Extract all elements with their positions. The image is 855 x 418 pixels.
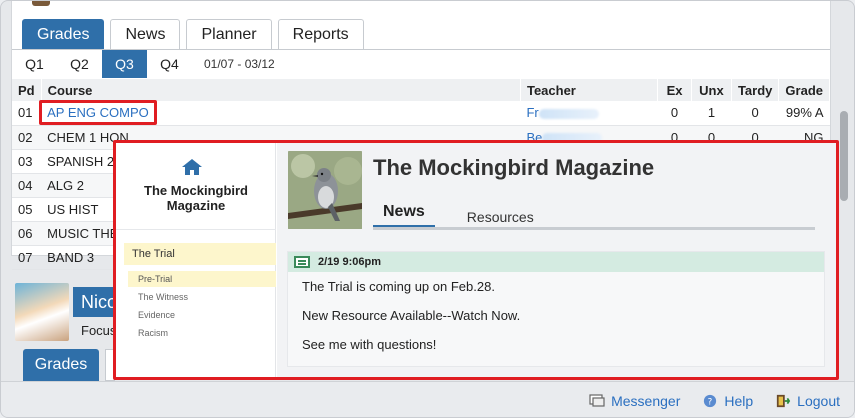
post-date: 2/19 9:06pm: [318, 256, 381, 268]
post-line: See me with questions!: [302, 337, 437, 352]
redacted-name: [538, 108, 599, 119]
app-window: Grades News Planner Reports Q1 Q2 Q3 Q4 …: [0, 0, 855, 418]
magazine-nav: News Resources: [373, 203, 544, 229]
quarter-date-range: 01/07 - 03/12: [204, 57, 275, 71]
sidebar-item-evidence[interactable]: Evidence: [128, 307, 276, 323]
cell-grade[interactable]: 99% A: [778, 101, 830, 126]
post-line: New Resource Available--Watch Now.: [302, 308, 521, 323]
col-course: Course: [41, 79, 521, 101]
scrollbar-thumb[interactable]: [840, 111, 848, 201]
post-line: The Trial is coming up on Feb.28.: [302, 279, 495, 294]
footer-bar: Messenger ? Help Logout: [1, 381, 854, 417]
help-label: Help: [724, 392, 754, 409]
tab-grades-lower[interactable]: Grades: [23, 349, 99, 381]
nav-news[interactable]: News: [373, 203, 435, 229]
school-logo: [32, 1, 50, 6]
cell-pd: 03: [12, 149, 42, 174]
tab-planner[interactable]: Planner: [186, 19, 272, 49]
student-photo: [15, 283, 69, 341]
cell-teacher: Fr: [520, 101, 658, 126]
home-icon[interactable]: [180, 157, 204, 177]
col-pd: Pd: [12, 79, 42, 101]
sidebar-magazine-title: The Mockingbird Magazine: [144, 183, 248, 213]
student-focus-label: Focus: [81, 323, 117, 338]
cell-ex[interactable]: 0: [657, 101, 692, 126]
table-header-row: Pd Course Teacher Ex Unx Tardy Grade: [12, 79, 830, 101]
messenger-label: Messenger: [611, 392, 681, 409]
quarter-q4[interactable]: Q4: [147, 50, 192, 78]
cell-tardy[interactable]: 0: [731, 101, 779, 126]
cell-pd: 04: [12, 173, 42, 198]
cell-unx[interactable]: 1: [691, 101, 732, 126]
logout-label: Logout: [797, 392, 840, 409]
newspaper-icon: [294, 256, 310, 268]
quarter-selector: Q1 Q2 Q3 Q4 01/07 - 03/12: [12, 50, 275, 78]
quarter-q3[interactable]: Q3: [102, 50, 147, 78]
magazine-main: The Mockingbird Magazine News Resources …: [277, 143, 836, 377]
messenger-link[interactable]: Messenger: [589, 393, 680, 409]
cell-pd: 01: [12, 101, 42, 126]
news-post: 2/19 9:06pm The Trial is coming up on Fe…: [287, 251, 825, 367]
col-teacher: Teacher: [520, 79, 659, 101]
logout-link[interactable]: Logout: [775, 393, 840, 409]
tab-reports[interactable]: Reports: [277, 19, 364, 49]
col-ex: Ex: [657, 79, 692, 101]
sidebar-item-racism[interactable]: Racism: [128, 325, 276, 341]
cell-pd: 05: [12, 197, 42, 222]
messenger-icon: [589, 393, 605, 407]
col-tardy: Tardy: [731, 79, 780, 101]
cell-pd: 02: [12, 125, 42, 150]
col-grade: Grade: [778, 79, 830, 101]
nav-resources[interactable]: Resources: [457, 209, 544, 229]
nav-underline: [373, 227, 815, 230]
sidebar-item-the-witness[interactable]: The Witness: [128, 289, 276, 305]
cell-pd: 06: [12, 221, 42, 246]
quarter-q1[interactable]: Q1: [12, 50, 57, 78]
help-link[interactable]: ? Help: [702, 393, 753, 409]
post-header: 2/19 9:06pm: [288, 252, 824, 272]
sidebar-item-pre-trial[interactable]: Pre-Trial: [128, 271, 276, 287]
cell-pd: 07: [12, 245, 42, 270]
magazine-popup: The Mockingbird Magazine The Trial Pre-T…: [113, 140, 839, 380]
quarter-q2[interactable]: Q2: [57, 50, 102, 78]
magazine-title: The Mockingbird Magazine: [373, 155, 655, 180]
magazine-sidebar: The Mockingbird Magazine The Trial Pre-T…: [116, 143, 276, 377]
mockingbird-image: [288, 151, 362, 229]
teacher-link[interactable]: Fr: [526, 105, 538, 120]
svg-text:?: ?: [708, 397, 713, 407]
logout-icon: [777, 394, 791, 407]
highlight-box-course: [39, 100, 157, 125]
main-tabs: Grades News Planner Reports: [22, 19, 364, 49]
tab-news[interactable]: News: [110, 19, 181, 49]
tab-grades[interactable]: Grades: [22, 19, 105, 49]
col-unx: Unx: [691, 79, 732, 101]
sidebar-divider: [116, 229, 276, 230]
help-icon: ?: [704, 394, 717, 407]
sidebar-section-the-trial[interactable]: The Trial: [124, 243, 276, 265]
